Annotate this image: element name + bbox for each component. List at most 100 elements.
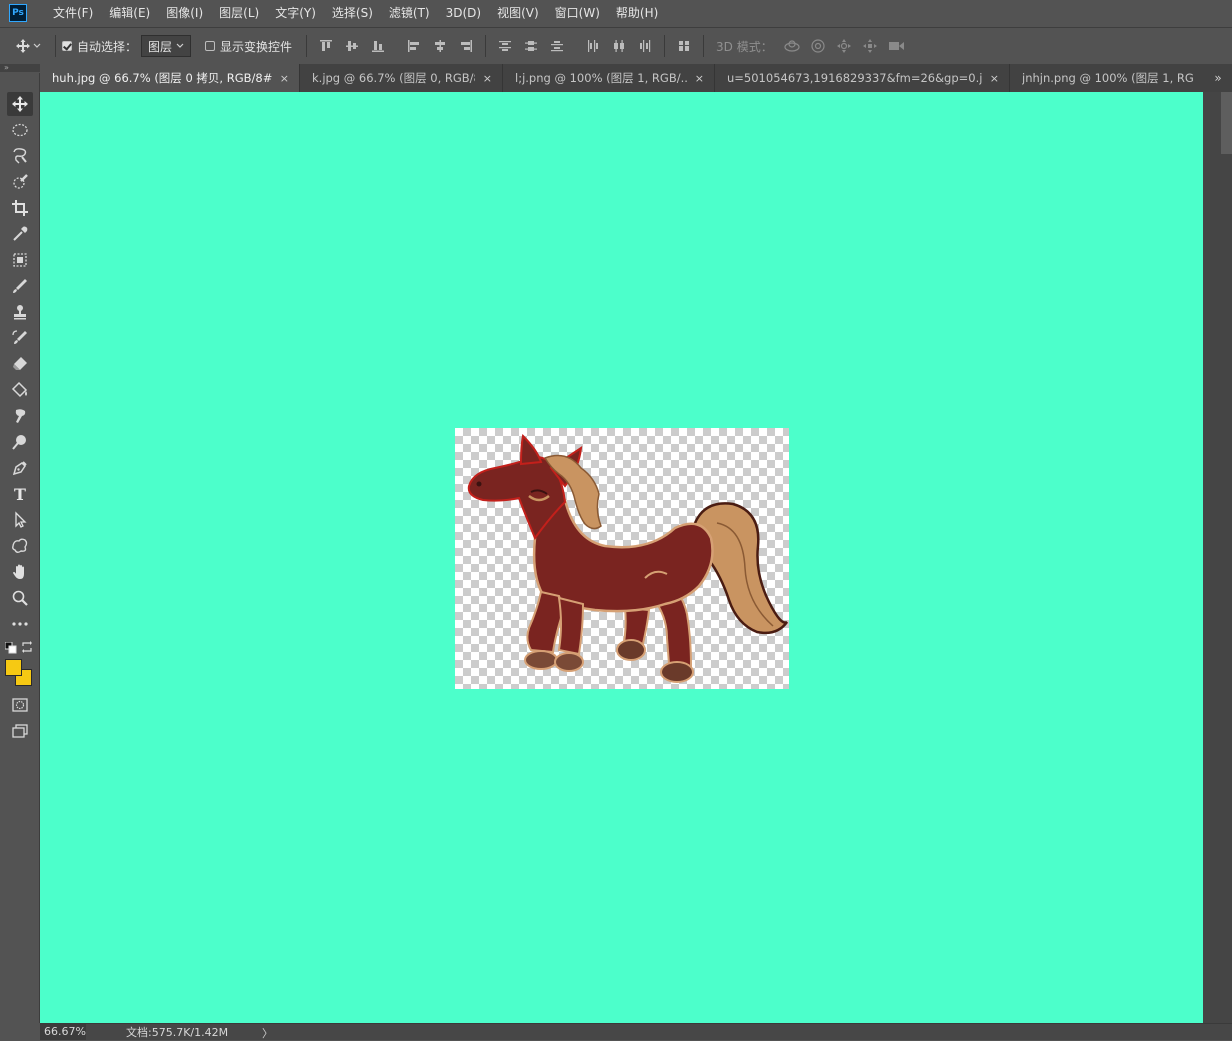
auto-select-label: 自动选择： [77,39,138,54]
distribute-right-icon[interactable] [637,38,653,54]
screen-mode-button[interactable] [7,719,33,743]
align-bottom-edges-icon[interactable] [370,38,386,54]
hand-tool[interactable] [7,560,33,584]
3d-scale-camera-icon[interactable] [887,38,905,54]
menu-file[interactable]: 文件(F) [45,0,101,26]
custom-shape-tool[interactable] [7,534,33,558]
distribute-horizontal-centers-icon[interactable] [611,38,627,54]
menu-filter[interactable]: 滤镜(T) [381,0,438,26]
tab-huh-jpg[interactable]: huh.jpg @ 66.7% (图层 0 拷贝, RGB/8#) * × [40,64,300,92]
options-separator [703,35,705,57]
default-colors-icon[interactable] [4,641,17,654]
photoshop-logo-icon: Ps [9,4,27,22]
eyedropper-tool[interactable] [7,222,33,246]
patch-icon [13,253,27,267]
document-size-info[interactable]: 文档:575.7K/1.42M [126,1024,228,1040]
foreground-color-swatch[interactable] [5,659,22,676]
options-bar: 自动选择： 图层 显示变换控件 3D 模式： [0,27,1232,65]
close-icon[interactable]: × [280,72,289,85]
auto-align-layers-icon[interactable] [676,38,692,54]
auto-select-target-dropdown[interactable]: 图层 [141,35,192,57]
more-icon [12,622,28,626]
quick-selection-tool[interactable] [7,170,33,194]
move-icon [12,96,28,112]
pen-tool[interactable] [7,456,33,480]
history-brush-tool[interactable] [7,326,33,350]
stamp-icon [14,305,26,320]
menu-3d[interactable]: 3D(D) [438,0,489,26]
tab-title: u=501054673,1916829337&fm=26&gp=0.jpg [727,71,982,85]
vertical-scrollbar[interactable] [1203,92,1232,1023]
quick-mask-button[interactable] [7,693,33,717]
status-menu-arrow-icon[interactable]: 〉 [262,1025,273,1041]
tab-lj-png[interactable]: l;j.png @ 100% (图层 1, RGB/... × [503,64,715,92]
tab-jnhjn-png[interactable]: jnhjn.png @ 100% (图层 1, RG [1010,64,1210,92]
align-left-edges-icon[interactable] [406,38,422,54]
paint-bucket-tool[interactable] [7,378,33,402]
3d-rotate-icon[interactable] [783,38,801,54]
elliptical-marquee-tool[interactable] [7,118,33,142]
menu-edit[interactable]: 编辑(E) [101,0,158,26]
options-separator [485,35,487,57]
more-tools[interactable] [7,612,33,636]
align-right-edges-icon[interactable] [458,38,474,54]
close-icon[interactable]: × [483,72,492,85]
ellipse-marquee-icon [12,123,28,137]
menu-window[interactable]: 窗口(W) [547,0,608,26]
swap-colors-icon[interactable] [21,641,33,653]
menu-help[interactable]: 帮助(H) [608,0,666,26]
dodge-tool[interactable] [7,430,33,454]
chevron-down-icon [176,43,184,48]
horse-illustration [467,433,789,683]
distribute-top-icon[interactable] [497,38,513,54]
tab-overflow-button[interactable]: » [1204,64,1232,92]
crop-icon [12,200,28,216]
menu-select[interactable]: 选择(S) [324,0,381,26]
3d-slide-icon[interactable] [861,38,879,54]
tab-u-jpg[interactable]: u=501054673,1916829337&fm=26&gp=0.jpg × [715,64,1010,92]
zoom-level-field[interactable]: 66.67% [40,1024,86,1040]
align-top-edges-icon[interactable] [318,38,334,54]
eraser-tool[interactable] [7,352,33,376]
options-separator [55,35,56,57]
menu-view[interactable]: 视图(V) [489,0,547,26]
clone-stamp-tool[interactable] [7,300,33,324]
magnetic-lasso-tool[interactable] [7,144,33,168]
close-icon[interactable]: × [990,72,999,85]
show-transform-controls-checkbox[interactable] [205,41,216,51]
smudge-tool[interactable] [7,404,33,428]
panel-collapse-button[interactable]: » [0,64,40,72]
eraser-icon [13,357,27,370]
crop-tool[interactable] [7,196,33,220]
brush-tool[interactable] [7,274,33,298]
screen-mode-icon [12,724,28,738]
scrollbar-thumb[interactable] [1221,92,1232,154]
menu-layer[interactable]: 图层(L) [211,0,267,26]
transparent-layer-area [455,428,789,689]
align-vertical-centers-icon[interactable] [344,38,360,54]
3d-roll-icon[interactable] [809,38,827,54]
patch-tool[interactable] [7,248,33,272]
auto-select-target-value: 图层 [148,39,173,54]
auto-select-checkbox[interactable] [62,41,72,51]
quick-select-icon [13,174,28,189]
distribute-bottom-icon[interactable] [549,38,565,54]
distribute-left-icon[interactable] [585,38,601,54]
distribute-vertical-centers-icon[interactable] [523,38,539,54]
move-tool[interactable] [7,92,33,116]
tab-title: huh.jpg @ 66.7% (图层 0 拷贝, RGB/8#) * [52,71,272,85]
path-selection-tool[interactable] [7,508,33,532]
align-horizontal-centers-icon[interactable] [432,38,448,54]
3d-pan-icon[interactable] [835,38,853,54]
menu-image[interactable]: 图像(I) [158,0,211,26]
type-tool[interactable]: T [7,482,33,506]
move-tool-preset-icon[interactable] [14,38,44,54]
menu-type[interactable]: 文字(Y) [267,0,324,26]
3d-mode-label: 3D 模式： [716,39,773,54]
quick-mask-icon [12,698,28,712]
tab-k-jpg[interactable]: k.jpg @ 66.7% (图层 0, RGB/8... × [300,64,503,92]
document-canvas[interactable] [40,92,1203,1023]
document-tab-bar: huh.jpg @ 66.7% (图层 0 拷贝, RGB/8#) * × k.… [40,64,1232,92]
zoom-tool[interactable] [7,586,33,610]
close-icon[interactable]: × [695,72,704,85]
